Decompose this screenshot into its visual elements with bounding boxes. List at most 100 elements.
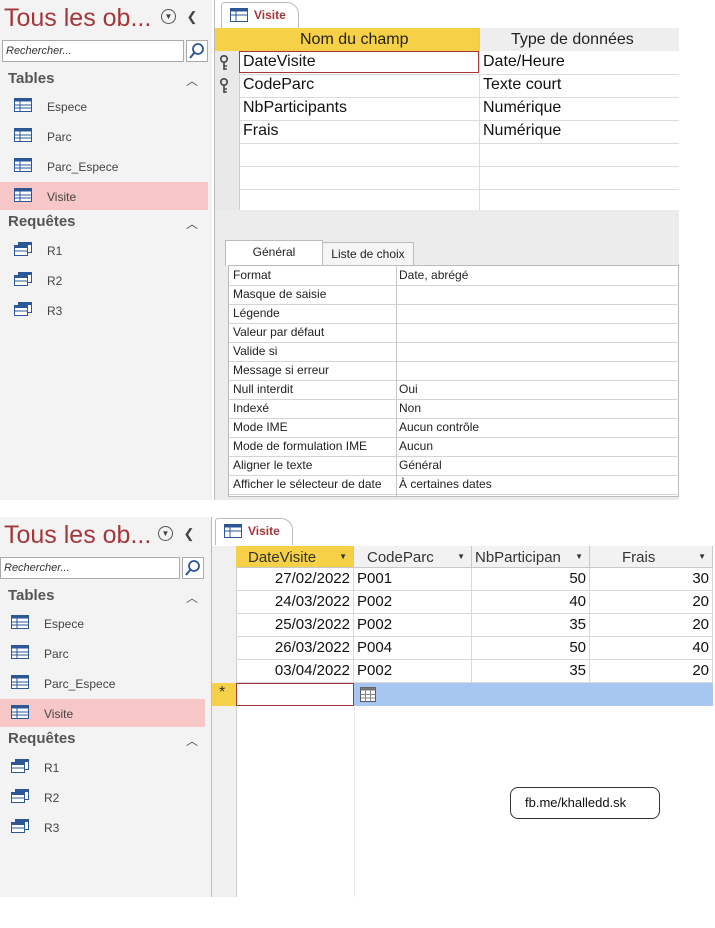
cell-frais[interactable]: 30 xyxy=(590,568,713,591)
search-input[interactable]: Rechercher... xyxy=(0,557,180,579)
nav-title[interactable]: Tous les ob... xyxy=(4,4,151,33)
tab-liste-de-choix[interactable]: Liste de choix xyxy=(322,242,414,265)
chevron-up-icon[interactable]: ︿ xyxy=(186,72,198,89)
nav-item-r1[interactable]: R1 xyxy=(0,753,205,781)
cell-codeparc[interactable]: P002 xyxy=(354,660,472,683)
tab-visite[interactable]: Visite xyxy=(215,518,293,545)
property-row[interactable]: Aligner le texte Général xyxy=(229,456,679,476)
property-row[interactable]: Null interdit Oui xyxy=(229,380,679,400)
field-row[interactable]: NbParticipants Numérique xyxy=(239,97,679,121)
cell-nbparticipants[interactable]: 40 xyxy=(472,591,590,614)
nav-item-r2[interactable]: R2 xyxy=(0,266,208,294)
cell-frais[interactable]: 20 xyxy=(590,660,713,683)
field-row[interactable]: CodeParc Texte court xyxy=(239,74,679,98)
property-row[interactable]: Indexé Non xyxy=(229,399,679,419)
nav-item-visite[interactable]: Visite xyxy=(0,699,205,727)
table-row[interactable]: 26/03/2022 P004 50 40 xyxy=(236,637,713,660)
nav-item-r2[interactable]: R2 xyxy=(0,783,205,811)
chevron-up-icon[interactable]: ︿ xyxy=(186,215,198,232)
search-icon[interactable] xyxy=(186,40,208,62)
property-row[interactable]: Message si erreur xyxy=(229,361,679,381)
cell-nbparticipants[interactable]: 50 xyxy=(472,637,590,660)
field-row-empty[interactable] xyxy=(239,143,679,167)
cell-codeparc[interactable]: P001 xyxy=(354,568,472,591)
dropdown-arrow-icon[interactable]: ▼ xyxy=(457,552,465,561)
chevron-up-icon[interactable]: ︿ xyxy=(186,589,198,606)
nav-menu-icon[interactable]: ▼ xyxy=(158,526,173,541)
table-row[interactable]: 27/02/2022 P001 50 30 xyxy=(236,568,713,591)
group-queries-header[interactable]: Requêtes xyxy=(8,213,76,230)
nav-item-espece[interactable]: Espece xyxy=(0,92,208,120)
cell-datevisite[interactable]: 27/02/2022 xyxy=(236,568,354,591)
property-value[interactable]: Non xyxy=(399,401,421,415)
nav-item-r3[interactable]: R3 xyxy=(0,813,205,841)
cell-nbparticipants[interactable]: 35 xyxy=(472,660,590,683)
date-picker-icon[interactable] xyxy=(360,687,376,702)
new-datevisite-input[interactable] xyxy=(236,683,354,706)
group-tables-header[interactable]: Tables xyxy=(8,587,54,604)
property-row[interactable]: Valeur par défaut xyxy=(229,323,679,343)
column-header-nbparticipants[interactable]: NbParticipan ▼ xyxy=(472,546,590,568)
nav-item-parc[interactable]: Parc xyxy=(0,122,208,150)
field-row[interactable]: DateVisite Date/Heure xyxy=(239,51,679,75)
cell-codeparc[interactable]: P002 xyxy=(354,591,472,614)
table-row[interactable]: 24/03/2022 P002 40 20 xyxy=(236,591,713,614)
nav-item-parc-espece[interactable]: Parc_Espece xyxy=(0,669,205,697)
cell-frais[interactable]: 20 xyxy=(590,591,713,614)
table-row[interactable]: 25/03/2022 P002 35 20 xyxy=(236,614,713,637)
collapse-pane-icon[interactable]: ❮ xyxy=(184,9,200,25)
property-value[interactable]: Oui xyxy=(399,382,418,396)
group-queries-header[interactable]: Requêtes xyxy=(8,730,76,747)
nav-item-parc[interactable]: Parc xyxy=(0,639,205,667)
field-row-empty[interactable] xyxy=(239,166,679,190)
cell-datevisite[interactable]: 24/03/2022 xyxy=(236,591,354,614)
cell-nbparticipants[interactable]: 35 xyxy=(472,614,590,637)
dropdown-arrow-icon[interactable]: ▼ xyxy=(339,552,347,561)
row-selector-current[interactable] xyxy=(215,28,239,51)
header-field-name[interactable]: Nom du champ xyxy=(239,28,480,51)
column-header-codeparc[interactable]: CodeParc ▼ xyxy=(354,546,472,568)
cell-nbparticipants[interactable]: 50 xyxy=(472,568,590,591)
cell-codeparc[interactable]: P002 xyxy=(354,614,472,637)
nav-item-r3[interactable]: R3 xyxy=(0,296,208,324)
property-value[interactable]: Date, abrégé xyxy=(399,268,468,282)
header-data-type[interactable]: Type de données xyxy=(480,28,679,51)
search-input[interactable]: Rechercher... xyxy=(2,40,184,62)
cell-datevisite[interactable]: 03/04/2022 xyxy=(236,660,354,683)
tab-visite[interactable]: Visite xyxy=(221,2,299,29)
new-record-row[interactable] xyxy=(236,683,713,706)
property-row[interactable]: Légende xyxy=(229,304,679,324)
cell-datevisite[interactable]: 25/03/2022 xyxy=(236,614,354,637)
cell-frais[interactable]: 20 xyxy=(590,614,713,637)
group-tables-header[interactable]: Tables xyxy=(8,70,54,87)
property-value[interactable]: Aucun contrôle xyxy=(399,420,479,434)
field-row[interactable]: Frais Numérique xyxy=(239,120,679,144)
property-row[interactable]: Mode de formulation IME Aucun xyxy=(229,437,679,457)
property-row[interactable]: Valide si xyxy=(229,342,679,362)
property-value[interactable]: À certaines dates xyxy=(399,477,492,491)
tab-general[interactable]: Général xyxy=(225,240,323,266)
property-row[interactable]: Masque de saisie xyxy=(229,285,679,305)
cell-frais[interactable]: 40 xyxy=(590,637,713,660)
table-row[interactable]: 03/04/2022 P002 35 20 xyxy=(236,660,713,683)
dropdown-arrow-icon[interactable]: ▼ xyxy=(698,552,706,561)
nav-item-espece[interactable]: Espece xyxy=(0,609,205,637)
search-icon[interactable] xyxy=(182,557,204,579)
nav-item-parc-espece[interactable]: Parc_Espece xyxy=(0,152,208,180)
nav-menu-icon[interactable]: ▼ xyxy=(161,9,176,24)
property-value[interactable]: Général xyxy=(399,458,442,472)
nav-title[interactable]: Tous les ob... xyxy=(4,521,151,550)
column-header-datevisite[interactable]: DateVisite ▼ xyxy=(236,546,354,568)
nav-item-r1[interactable]: R1 xyxy=(0,236,208,264)
nav-item-visite[interactable]: Visite xyxy=(0,182,208,210)
property-row[interactable]: Afficher le sélecteur de date À certaines… xyxy=(229,475,679,495)
property-row[interactable]: Mode IME Aucun contrôle xyxy=(229,418,679,438)
new-record-selector[interactable]: * xyxy=(212,683,236,706)
chevron-up-icon[interactable]: ︿ xyxy=(186,732,198,749)
dropdown-arrow-icon[interactable]: ▼ xyxy=(575,552,583,561)
cell-codeparc[interactable]: P004 xyxy=(354,637,472,660)
collapse-pane-icon[interactable]: ❮ xyxy=(181,526,197,542)
cell-datevisite[interactable]: 26/03/2022 xyxy=(236,637,354,660)
property-value[interactable]: Aucun xyxy=(399,439,433,453)
column-header-frais[interactable]: Frais ▼ xyxy=(590,546,713,568)
